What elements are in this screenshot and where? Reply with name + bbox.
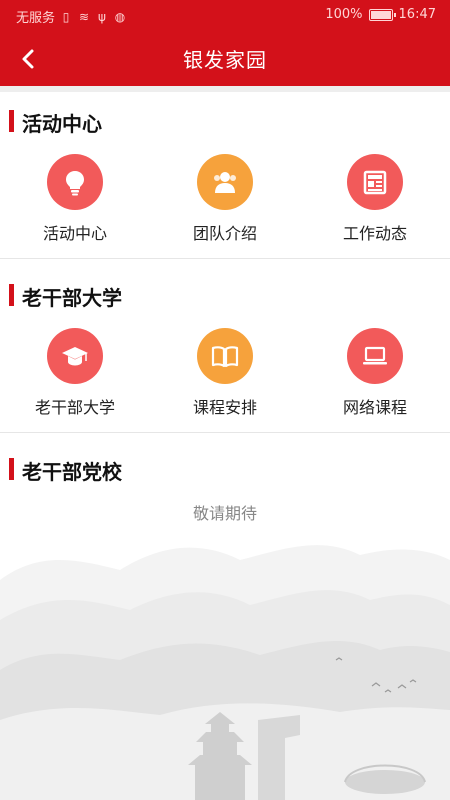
divider: [0, 432, 450, 433]
news-icon: [363, 170, 387, 195]
icon-circle: [47, 328, 103, 384]
grid-item-label: 老干部大学: [34, 398, 115, 417]
usb-icon: ψ: [98, 9, 106, 24]
grid-item-work-news[interactable]: 工作动态: [300, 154, 450, 274]
nav-bar: 银发家园: [0, 32, 450, 86]
grid-item-label: 活动中心: [42, 224, 107, 243]
grid-item-course-schedule[interactable]: 课程安排: [150, 328, 300, 448]
section-gap: [0, 86, 450, 92]
grid-item-label: 团队介绍: [192, 224, 257, 243]
icon-circle: [347, 328, 403, 384]
grid-item-label: 网络课程: [342, 398, 407, 417]
carrier-text: 无服务: [16, 11, 56, 26]
page-title: 银发家园: [183, 48, 267, 72]
gps-icon: ◍: [114, 9, 126, 24]
status-bar: 无服务 ▯ ≋ ψ ◍ 100% 16:47: [0, 0, 450, 32]
landscape-illustration: [0, 520, 450, 800]
icon-circle: [197, 154, 253, 210]
graduation-cap-icon: [62, 347, 88, 366]
grid-item-label: 工作动态: [342, 224, 407, 243]
section-header: 老干部大学: [0, 272, 450, 316]
section-title: 老干部党校: [22, 460, 122, 484]
section-accent-bar: [9, 458, 14, 480]
section-accent-bar: [9, 110, 14, 132]
grid-item-team-intro[interactable]: 团队介绍: [150, 154, 300, 274]
battery-icon: [368, 8, 396, 21]
section-title: 活动中心: [22, 112, 102, 136]
icon-circle: [197, 328, 253, 384]
grid-item-online-course[interactable]: 网络课程: [300, 328, 450, 448]
section-party-school: 老干部党校: [0, 446, 450, 490]
grid-item-activity-center[interactable]: 活动中心: [0, 154, 150, 274]
battery-percent: 100%: [325, 7, 363, 22]
sim-icon: ▯: [62, 9, 70, 24]
wifi-icon: ≋: [78, 9, 90, 24]
team-icon: [214, 172, 236, 193]
icon-grid: 老干部大学 课程安排 网络课程: [0, 328, 450, 448]
grid-item-label: 课程安排: [192, 398, 257, 417]
section-activity: 活动中心 活动中心 团队介绍 工作动态: [0, 98, 450, 258]
section-header: 活动中心: [0, 98, 450, 142]
icon-circle: [347, 154, 403, 210]
lightbulb-icon: [66, 171, 84, 196]
clock: 16:47: [398, 7, 436, 22]
divider: [0, 258, 450, 259]
section-title: 老干部大学: [22, 286, 122, 310]
grid-item-veteran-university[interactable]: 老干部大学: [0, 328, 150, 448]
book-icon: [211, 346, 239, 368]
section-university: 老干部大学 老干部大学 课程安排 网络课程: [0, 272, 450, 432]
top-bar: 无服务 ▯ ≋ ψ ◍ 100% 16:47 银发家园: [0, 0, 450, 86]
section-header: 老干部党校: [0, 446, 450, 490]
icon-grid: 活动中心 团队介绍 工作动态: [0, 154, 450, 274]
section-accent-bar: [9, 284, 14, 306]
icon-circle: [47, 154, 103, 210]
laptop-icon: [363, 346, 387, 365]
